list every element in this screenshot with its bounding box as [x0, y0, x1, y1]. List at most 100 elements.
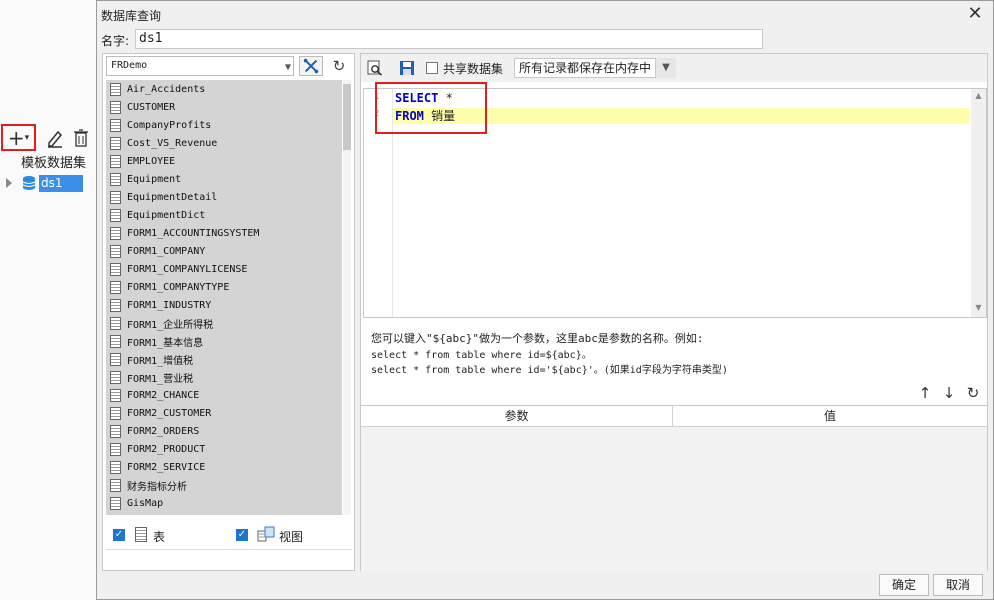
table-list-item[interactable]: FORM1_企业所得税: [106, 314, 342, 332]
table-list-item[interactable]: FORM1_COMPANYLICENSE: [106, 260, 342, 278]
table-checkbox[interactable]: ✓: [113, 529, 125, 541]
view-checkbox-label: 视图: [279, 530, 304, 544]
scroll-down-icon[interactable]: ▼: [971, 303, 986, 315]
table-icon: [110, 280, 121, 294]
table-name: FORM1_ACCOUNTINGSYSTEM: [127, 227, 260, 239]
table-name: FORM2_PRODUCT: [127, 443, 206, 455]
table-name: FORM1_COMPANY: [127, 245, 206, 257]
table-list-scroll-thumb[interactable]: [343, 84, 351, 150]
table-name: FORM1_INDUSTRY: [127, 299, 212, 311]
table-icon: [110, 334, 121, 348]
table-list-item[interactable]: Cost_VS_Revenue: [106, 134, 342, 152]
table-icon: [110, 190, 121, 204]
table-name: FORM1_基本信息: [127, 337, 204, 349]
dataset-section-title: 模板数据集: [21, 156, 87, 171]
table-list-item[interactable]: Equipment: [106, 170, 342, 188]
table-icon: [110, 496, 121, 510]
close-icon[interactable]: ✕: [965, 3, 985, 25]
table-list-item[interactable]: FORM2_ORDERS: [106, 422, 342, 440]
table-name: FORM2_CHANCE: [127, 389, 200, 401]
sql-panel: 共享数据集 所有记录都保存在内存中 ▼ 1 2 SELECT * FROM 销量…: [360, 53, 988, 571]
table-list-item[interactable]: FORM2_SERVICE: [106, 458, 342, 476]
add-dataset-button[interactable]: + ▾: [1, 124, 36, 151]
view-checkbox[interactable]: ✓: [236, 529, 248, 541]
column-header-parameter[interactable]: 参数: [361, 406, 673, 426]
preview-magnifier-icon[interactable]: [367, 60, 383, 76]
table-icon: [110, 388, 121, 402]
table-icon: [110, 100, 121, 114]
chevron-down-icon[interactable]: ▼: [655, 58, 676, 78]
save-disk-icon[interactable]: [399, 60, 415, 76]
table-list-item[interactable]: CompanyProfits: [106, 116, 342, 134]
table-icon: [110, 262, 121, 276]
tree-expand-icon[interactable]: [6, 178, 12, 188]
table-list-item[interactable]: FORM1_ACCOUNTINGSYSTEM: [106, 224, 342, 242]
parameter-table-body[interactable]: [361, 427, 987, 571]
table-list-item[interactable]: 财务指标分析: [106, 476, 342, 494]
table-list-item[interactable]: EquipmentDetail: [106, 188, 342, 206]
table-name: Cost_VS_Revenue: [127, 137, 218, 149]
table-icon: [110, 154, 121, 168]
table-icon: [110, 352, 121, 366]
table-name: EquipmentDetail: [127, 191, 218, 203]
table-name: GisMap: [127, 497, 164, 509]
table-list-item[interactable]: FORM1_增值税: [106, 350, 342, 368]
table-name: FORM1_COMPANYTYPE: [127, 281, 230, 293]
table-name: FORM2_SERVICE: [127, 461, 206, 473]
table-list-item[interactable]: FORM1_COMPANY: [106, 242, 342, 260]
table-list: Air_Accidents CUSTOMER CompanyProfits Cost_…: [106, 80, 342, 515]
refresh-parameters-icon[interactable]: ↻: [965, 384, 981, 402]
ok-button[interactable]: 确定: [879, 574, 929, 596]
caret-down-icon: ▾: [24, 132, 30, 143]
dataset-name-input[interactable]: ds1: [135, 29, 763, 49]
table-list-item[interactable]: FORM1_COMPANYTYPE: [106, 278, 342, 296]
move-down-arrow-icon[interactable]: ↓: [941, 384, 957, 402]
table-browser-panel: FRDemo ▼ ↻ Air_Accidents CUSTOMER CompanyP…: [102, 53, 355, 571]
table-list-item[interactable]: FORM2_CHANCE: [106, 386, 342, 404]
table-list-item[interactable]: FORM1_基本信息: [106, 332, 342, 350]
table-name: Equipment: [127, 173, 182, 185]
table-icon: [110, 442, 121, 456]
table-icon: [110, 424, 121, 438]
view-icon: [257, 526, 275, 542]
table-list-item[interactable]: EMPLOYEE: [106, 152, 342, 170]
connection-select-value: FRDemo: [111, 60, 148, 71]
connection-settings-icon[interactable]: [299, 56, 323, 76]
table-icon: [110, 208, 121, 222]
refresh-tables-icon[interactable]: ↻: [327, 56, 351, 76]
table-list-item[interactable]: FORM2_PRODUCT: [106, 440, 342, 458]
cancel-button[interactable]: 取消: [933, 574, 983, 596]
table-list-item[interactable]: FORM1_INDUSTRY: [106, 296, 342, 314]
table-icon: [110, 478, 121, 492]
share-dataset-checkbox[interactable]: [426, 62, 438, 74]
table-search-box[interactable]: [106, 549, 352, 569]
table-icon: [110, 316, 121, 330]
parameter-table-header: 参数 值: [361, 406, 987, 427]
table-icon: [110, 172, 121, 186]
delete-trash-icon[interactable]: [72, 128, 90, 148]
dataset-item-ds1[interactable]: ds1: [39, 175, 83, 192]
table-list-item[interactable]: FORM1_营业税: [106, 368, 342, 386]
table-icon: [110, 370, 121, 384]
chevron-down-icon: ▼: [284, 62, 291, 73]
storage-mode-select[interactable]: 所有记录都保存在内存中: [514, 58, 676, 78]
move-up-arrow-icon[interactable]: ↑: [917, 384, 933, 402]
editor-scrollbar[interactable]: [971, 89, 986, 317]
table-list-item[interactable]: GisMap: [106, 494, 342, 512]
table-name: FORM1_增值税: [127, 355, 194, 367]
table-name: EquipmentDict: [127, 209, 206, 221]
edit-pencil-icon[interactable]: [46, 128, 64, 148]
table-name: CompanyProfits: [127, 119, 212, 131]
table-list-item[interactable]: EquipmentDict: [106, 206, 342, 224]
scroll-up-icon[interactable]: ▲: [971, 91, 986, 103]
table-list-item[interactable]: Air_Accidents: [106, 80, 342, 98]
table-icon: [110, 460, 121, 474]
table-list-item[interactable]: FORM2_CUSTOMER: [106, 404, 342, 422]
table-name: 财务指标分析: [127, 481, 187, 493]
parameter-hint-line2: select * from table where id=${abc}。: [371, 350, 592, 361]
table-icon: [110, 406, 121, 420]
table-list-item[interactable]: CUSTOMER: [106, 98, 342, 116]
connection-select[interactable]: FRDemo ▼: [106, 56, 294, 76]
table-name: FORM1_企业所得税: [127, 319, 214, 331]
column-header-value[interactable]: 值: [673, 406, 987, 426]
